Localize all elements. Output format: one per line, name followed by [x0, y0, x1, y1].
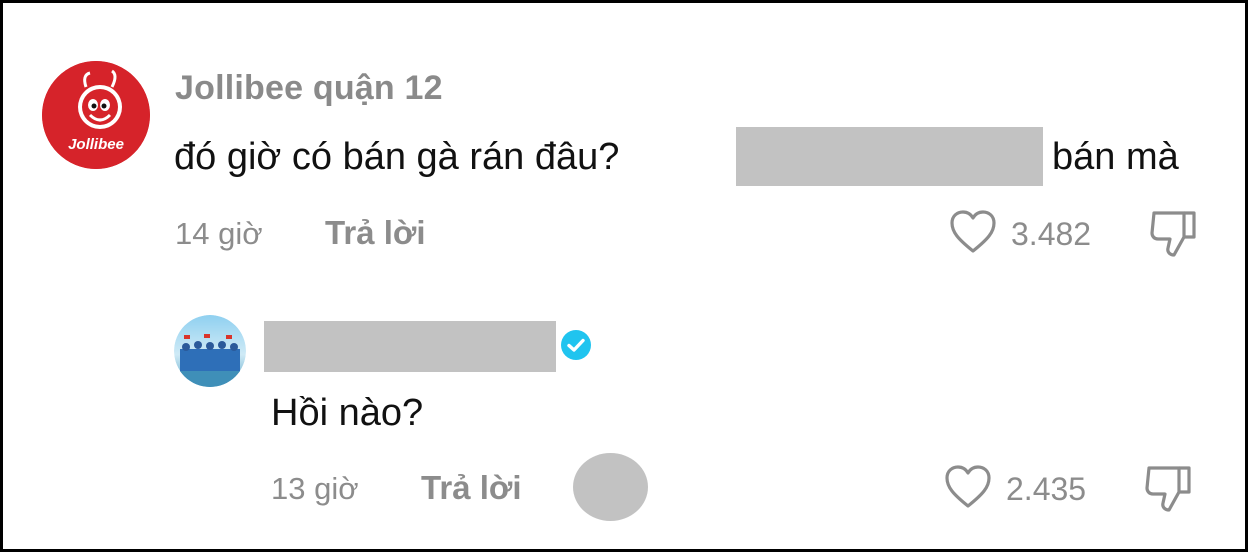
redacted-avatar: [573, 453, 648, 521]
reply-like-count: 2.435: [1006, 471, 1087, 507]
comment-text-before: đó giờ có bán gà rán đâu?: [174, 136, 620, 178]
comment-author[interactable]: Jollibee quận 12: [175, 69, 443, 108]
group-photo-avatar: [174, 315, 246, 387]
reply-timestamp: 13 giờ: [271, 471, 359, 506]
avatar-jollibee[interactable]: Jollibee: [42, 61, 150, 169]
jollibee-logo-icon: Jollibee: [42, 61, 150, 169]
verified-badge: [560, 329, 592, 366]
avatar-logo-text: Jollibee: [68, 136, 124, 153]
comment-timestamp: 14 giờ: [175, 216, 263, 251]
reply-button[interactable]: Trả lời: [325, 214, 426, 252]
heart-icon: [945, 465, 991, 508]
like-count: 3.482: [1011, 216, 1092, 252]
verified-badge-icon: [561, 330, 591, 360]
dislike-icon: [1150, 211, 1196, 257]
redacted-username[interactable]: [264, 321, 556, 372]
reply-text: Hồi nào?: [271, 392, 424, 434]
reply-like-button[interactable]: [943, 464, 993, 515]
comment-text-after: bán mà: [1052, 136, 1179, 178]
comment-thread: Jollibee Jollibee quận 12 đó giờ có bán …: [0, 0, 1248, 552]
redacted-mention: [736, 127, 1043, 186]
avatar-reply-user[interactable]: [174, 315, 246, 387]
like-button[interactable]: [948, 209, 998, 260]
dislike-button[interactable]: [1146, 207, 1202, 264]
reply-reply-button[interactable]: Trả lời: [421, 469, 522, 507]
dislike-icon: [1145, 466, 1191, 512]
reply-dislike-button[interactable]: [1141, 462, 1197, 519]
heart-icon: [950, 210, 996, 253]
